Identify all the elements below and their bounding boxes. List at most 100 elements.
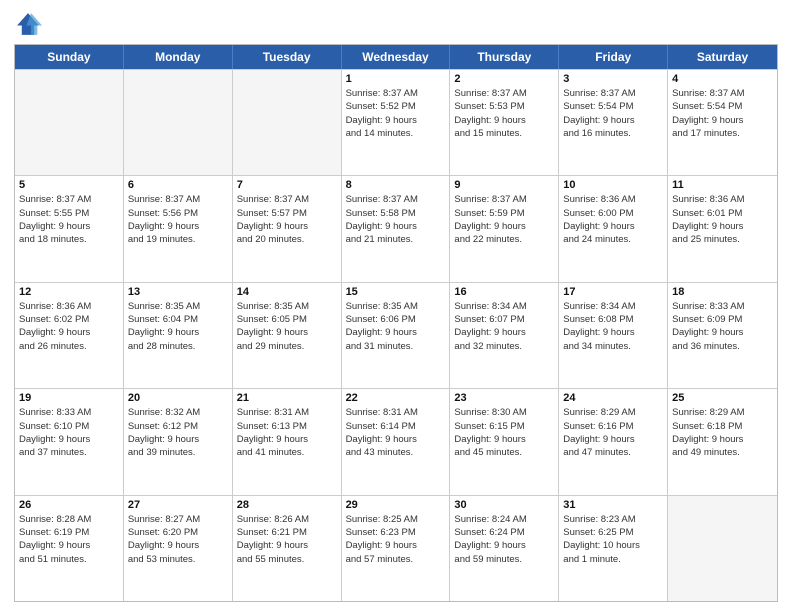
cell-day-number: 6 bbox=[128, 179, 228, 191]
cell-day-number: 31 bbox=[563, 499, 663, 511]
cell-day-number: 20 bbox=[128, 392, 228, 404]
cell-info: Sunrise: 8:26 AM Sunset: 6:21 PM Dayligh… bbox=[237, 513, 337, 566]
cell-info: Sunrise: 8:37 AM Sunset: 5:54 PM Dayligh… bbox=[563, 87, 663, 140]
cal-cell bbox=[668, 496, 777, 601]
cell-info: Sunrise: 8:23 AM Sunset: 6:25 PM Dayligh… bbox=[563, 513, 663, 566]
cal-cell: 27 Sunrise: 8:27 AM Sunset: 6:20 PM Dayli… bbox=[124, 496, 233, 601]
cell-day-number: 10 bbox=[563, 179, 663, 191]
header-day-monday: Monday bbox=[124, 45, 233, 69]
cal-cell bbox=[233, 70, 342, 175]
logo-icon bbox=[14, 10, 42, 38]
cell-day-number: 17 bbox=[563, 286, 663, 298]
cell-info: Sunrise: 8:37 AM Sunset: 5:58 PM Dayligh… bbox=[346, 193, 446, 246]
cal-row-1: 5Sunrise: 8:37 AM Sunset: 5:55 PM Daylig… bbox=[15, 175, 777, 281]
cal-cell: 6 Sunrise: 8:37 AM Sunset: 5:56 PM Daylig… bbox=[124, 176, 233, 281]
cell-day-number: 22 bbox=[346, 392, 446, 404]
cal-cell: 23Sunrise: 8:30 AM Sunset: 6:15 PM Dayli… bbox=[450, 389, 559, 494]
cell-day-number: 4 bbox=[672, 73, 773, 85]
cell-day-number: 7 bbox=[237, 179, 337, 191]
page: SundayMondayTuesdayWednesdayThursdayFrid… bbox=[0, 0, 792, 612]
cal-cell: 22 Sunrise: 8:31 AM Sunset: 6:14 PM Dayli… bbox=[342, 389, 451, 494]
cell-day-number: 18 bbox=[672, 286, 773, 298]
cell-day-number: 13 bbox=[128, 286, 228, 298]
cell-day-number: 24 bbox=[563, 392, 663, 404]
cell-info: Sunrise: 8:37 AM Sunset: 5:55 PM Dayligh… bbox=[19, 193, 119, 246]
cell-info: Sunrise: 8:37 AM Sunset: 5:52 PM Dayligh… bbox=[346, 87, 446, 140]
cal-cell: 25 Sunrise: 8:29 AM Sunset: 6:18 PM Dayli… bbox=[668, 389, 777, 494]
cell-day-number: 26 bbox=[19, 499, 119, 511]
cal-cell bbox=[124, 70, 233, 175]
cell-info: Sunrise: 8:31 AM Sunset: 6:14 PM Dayligh… bbox=[346, 406, 446, 459]
cal-cell: 8 Sunrise: 8:37 AM Sunset: 5:58 PM Daylig… bbox=[342, 176, 451, 281]
cal-cell: 21 Sunrise: 8:31 AM Sunset: 6:13 PM Dayli… bbox=[233, 389, 342, 494]
cell-day-number: 1 bbox=[346, 73, 446, 85]
cell-info: Sunrise: 8:36 AM Sunset: 6:01 PM Dayligh… bbox=[672, 193, 773, 246]
cell-day-number: 25 bbox=[672, 392, 773, 404]
cell-info: Sunrise: 8:36 AM Sunset: 6:00 PM Dayligh… bbox=[563, 193, 663, 246]
cal-cell: 18 Sunrise: 8:33 AM Sunset: 6:09 PM Dayli… bbox=[668, 283, 777, 388]
cell-day-number: 15 bbox=[346, 286, 446, 298]
cal-cell: 5Sunrise: 8:37 AM Sunset: 5:55 PM Daylig… bbox=[15, 176, 124, 281]
cal-row-4: 26Sunrise: 8:28 AM Sunset: 6:19 PM Dayli… bbox=[15, 495, 777, 601]
cell-day-number: 16 bbox=[454, 286, 554, 298]
cell-day-number: 21 bbox=[237, 392, 337, 404]
cal-cell bbox=[15, 70, 124, 175]
cal-cell: 2Sunrise: 8:37 AM Sunset: 5:53 PM Daylig… bbox=[450, 70, 559, 175]
cell-day-number: 12 bbox=[19, 286, 119, 298]
cell-info: Sunrise: 8:37 AM Sunset: 5:57 PM Dayligh… bbox=[237, 193, 337, 246]
cal-cell: 16 Sunrise: 8:34 AM Sunset: 6:07 PM Dayli… bbox=[450, 283, 559, 388]
cell-info: Sunrise: 8:35 AM Sunset: 6:06 PM Dayligh… bbox=[346, 300, 446, 353]
header-day-tuesday: Tuesday bbox=[233, 45, 342, 69]
logo bbox=[14, 10, 46, 38]
cal-cell: 28 Sunrise: 8:26 AM Sunset: 6:21 PM Dayli… bbox=[233, 496, 342, 601]
calendar-header: SundayMondayTuesdayWednesdayThursdayFrid… bbox=[15, 45, 777, 69]
cell-info: Sunrise: 8:29 AM Sunset: 6:18 PM Dayligh… bbox=[672, 406, 773, 459]
cell-info: Sunrise: 8:24 AM Sunset: 6:24 PM Dayligh… bbox=[454, 513, 554, 566]
cell-info: Sunrise: 8:37 AM Sunset: 5:56 PM Dayligh… bbox=[128, 193, 228, 246]
cell-info: Sunrise: 8:37 AM Sunset: 5:54 PM Dayligh… bbox=[672, 87, 773, 140]
cal-row-3: 19Sunrise: 8:33 AM Sunset: 6:10 PM Dayli… bbox=[15, 388, 777, 494]
cal-cell: 20 Sunrise: 8:32 AM Sunset: 6:12 PM Dayli… bbox=[124, 389, 233, 494]
cell-day-number: 8 bbox=[346, 179, 446, 191]
cell-info: Sunrise: 8:34 AM Sunset: 6:07 PM Dayligh… bbox=[454, 300, 554, 353]
cell-info: Sunrise: 8:27 AM Sunset: 6:20 PM Dayligh… bbox=[128, 513, 228, 566]
cal-cell: 12 Sunrise: 8:36 AM Sunset: 6:02 PM Dayli… bbox=[15, 283, 124, 388]
header-day-friday: Friday bbox=[559, 45, 668, 69]
cell-day-number: 3 bbox=[563, 73, 663, 85]
cell-info: Sunrise: 8:34 AM Sunset: 6:08 PM Dayligh… bbox=[563, 300, 663, 353]
cal-cell: 31 Sunrise: 8:23 AM Sunset: 6:25 PM Dayli… bbox=[559, 496, 668, 601]
header bbox=[14, 10, 778, 38]
cell-info: Sunrise: 8:25 AM Sunset: 6:23 PM Dayligh… bbox=[346, 513, 446, 566]
cell-day-number: 9 bbox=[454, 179, 554, 191]
cal-cell: 29 Sunrise: 8:25 AM Sunset: 6:23 PM Dayli… bbox=[342, 496, 451, 601]
cal-cell: 3 Sunrise: 8:37 AM Sunset: 5:54 PM Daylig… bbox=[559, 70, 668, 175]
cell-info: Sunrise: 8:31 AM Sunset: 6:13 PM Dayligh… bbox=[237, 406, 337, 459]
cell-day-number: 27 bbox=[128, 499, 228, 511]
cal-cell: 14 Sunrise: 8:35 AM Sunset: 6:05 PM Dayli… bbox=[233, 283, 342, 388]
cal-row-2: 12 Sunrise: 8:36 AM Sunset: 6:02 PM Dayli… bbox=[15, 282, 777, 388]
cal-cell: 19Sunrise: 8:33 AM Sunset: 6:10 PM Dayli… bbox=[15, 389, 124, 494]
cell-info: Sunrise: 8:32 AM Sunset: 6:12 PM Dayligh… bbox=[128, 406, 228, 459]
cell-day-number: 14 bbox=[237, 286, 337, 298]
cal-cell: 17 Sunrise: 8:34 AM Sunset: 6:08 PM Dayli… bbox=[559, 283, 668, 388]
cell-info: Sunrise: 8:36 AM Sunset: 6:02 PM Dayligh… bbox=[19, 300, 119, 353]
cal-cell: 10 Sunrise: 8:36 AM Sunset: 6:00 PM Dayli… bbox=[559, 176, 668, 281]
cal-cell: 24 Sunrise: 8:29 AM Sunset: 6:16 PM Dayli… bbox=[559, 389, 668, 494]
cal-cell: 4 Sunrise: 8:37 AM Sunset: 5:54 PM Daylig… bbox=[668, 70, 777, 175]
cell-info: Sunrise: 8:29 AM Sunset: 6:16 PM Dayligh… bbox=[563, 406, 663, 459]
cal-cell: 15 Sunrise: 8:35 AM Sunset: 6:06 PM Dayli… bbox=[342, 283, 451, 388]
cell-info: Sunrise: 8:30 AM Sunset: 6:15 PM Dayligh… bbox=[454, 406, 554, 459]
cell-day-number: 11 bbox=[672, 179, 773, 191]
cell-info: Sunrise: 8:33 AM Sunset: 6:10 PM Dayligh… bbox=[19, 406, 119, 459]
cell-info: Sunrise: 8:35 AM Sunset: 6:05 PM Dayligh… bbox=[237, 300, 337, 353]
cell-day-number: 29 bbox=[346, 499, 446, 511]
cal-cell: 13Sunrise: 8:35 AM Sunset: 6:04 PM Dayli… bbox=[124, 283, 233, 388]
header-day-saturday: Saturday bbox=[668, 45, 777, 69]
cell-info: Sunrise: 8:37 AM Sunset: 5:59 PM Dayligh… bbox=[454, 193, 554, 246]
cal-row-0: 1 Sunrise: 8:37 AM Sunset: 5:52 PM Daylig… bbox=[15, 69, 777, 175]
header-day-thursday: Thursday bbox=[450, 45, 559, 69]
cell-info: Sunrise: 8:33 AM Sunset: 6:09 PM Dayligh… bbox=[672, 300, 773, 353]
cell-day-number: 28 bbox=[237, 499, 337, 511]
cell-day-number: 2 bbox=[454, 73, 554, 85]
calendar: SundayMondayTuesdayWednesdayThursdayFrid… bbox=[14, 44, 778, 602]
